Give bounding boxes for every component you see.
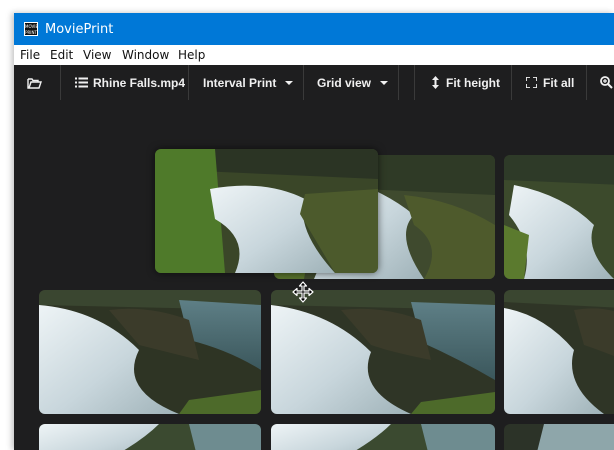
print-mode-label: Interval Print (203, 75, 277, 90)
thumbnail[interactable] (504, 290, 614, 414)
window-title: MoviePrint (45, 22, 114, 37)
file-name-label: Rhine Falls.mp4 (93, 75, 186, 90)
fit-height-label: Fit height (446, 75, 500, 90)
toolbar-separator (586, 65, 587, 100)
folder-open-icon (27, 77, 42, 89)
expand-corners-icon (526, 77, 537, 88)
view-mode-label: Grid view (317, 75, 372, 90)
toolbar: Rhine Falls.mp4 Interval Print Grid view… (14, 65, 614, 100)
fit-all-label: Fit all (543, 75, 575, 90)
thumbnail-grid (14, 100, 614, 450)
fit-height-button[interactable]: Fit height (431, 65, 500, 100)
open-file-button[interactable] (27, 65, 42, 100)
thumbnail[interactable] (39, 424, 261, 450)
thumbnail[interactable] (39, 290, 261, 414)
toolbar-separator (414, 65, 415, 100)
app-window: MOVIE PRINT MoviePrint File Edit View Wi… (14, 13, 614, 450)
thumbnail-dragging[interactable] (155, 149, 378, 273)
menu-window[interactable]: Window (122, 48, 169, 62)
zoom-button[interactable] (600, 65, 613, 100)
chevron-down-icon (380, 81, 389, 85)
zoom-icon (600, 76, 613, 89)
title-bar[interactable]: MOVIE PRINT MoviePrint (14, 13, 614, 45)
thumbnail[interactable] (271, 290, 495, 414)
thumbnail[interactable] (504, 155, 614, 279)
chevron-down-icon (285, 81, 294, 85)
menu-file[interactable]: File (20, 48, 40, 62)
menu-help[interactable]: Help (178, 48, 205, 62)
toolbar-separator (188, 65, 189, 100)
view-mode-dropdown[interactable]: Grid view (317, 65, 389, 100)
thumbnail[interactable] (271, 424, 495, 450)
toolbar-separator (303, 65, 304, 100)
thumbnail[interactable] (504, 424, 614, 450)
toolbar-separator (511, 65, 512, 100)
print-mode-dropdown[interactable]: Interval Print (203, 65, 294, 100)
app-logo-icon: MOVIE PRINT (24, 22, 38, 36)
list-icon (75, 77, 88, 88)
file-select-button[interactable]: Rhine Falls.mp4 (75, 65, 185, 100)
move-cursor-icon (292, 281, 314, 303)
menu-bar: File Edit View Window Help (14, 45, 614, 65)
toolbar-separator (398, 65, 399, 100)
fit-all-button[interactable]: Fit all (526, 65, 574, 100)
toolbar-separator (60, 65, 61, 100)
arrows-vertical-icon (432, 76, 439, 89)
menu-view[interactable]: View (83, 48, 111, 62)
menu-edit[interactable]: Edit (50, 48, 73, 62)
